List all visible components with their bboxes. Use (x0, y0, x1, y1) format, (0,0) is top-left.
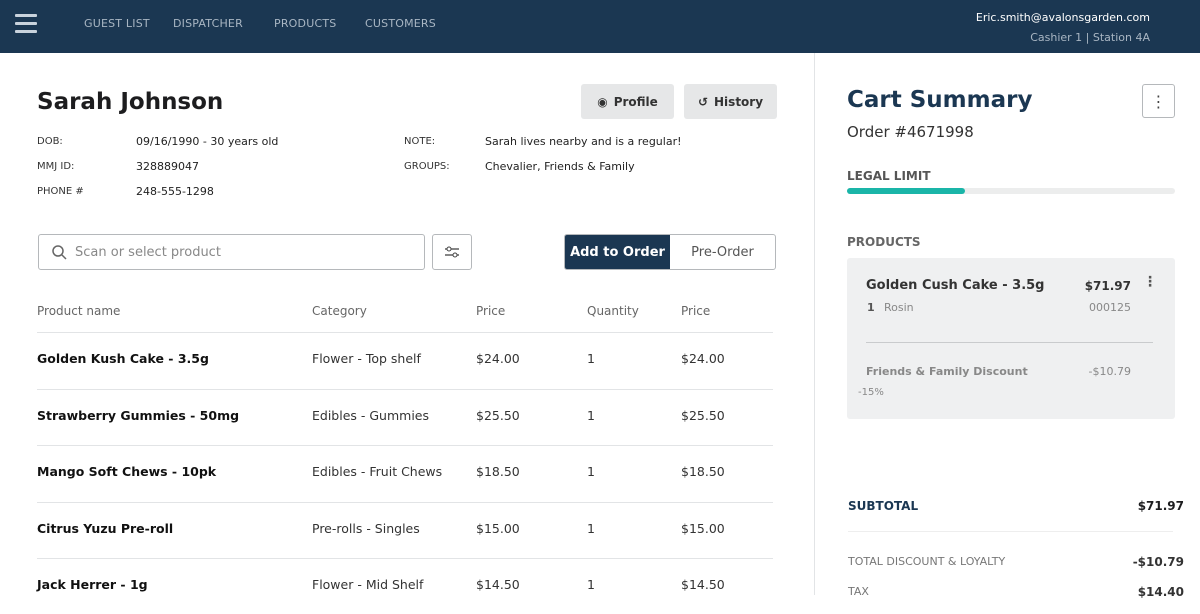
cell-price: $18.50 (476, 464, 520, 479)
cart-item-sku: 000125 (1089, 301, 1131, 314)
history-button[interactable]: ↺ History (684, 84, 777, 119)
cart-item-name: Golden Cush Cake - 3.5g (866, 278, 1045, 293)
table-row[interactable]: Golden Kush Cake - 3.5g Flower - Top shel… (37, 332, 773, 388)
cell-category: Flower - Top shelf (312, 351, 421, 366)
cell-product-name: Jack Herrer - 1g (37, 577, 148, 592)
cell-quantity: 1 (587, 520, 595, 536)
cart-item-card[interactable]: Golden Cush Cake - 3.5g $71.97 ⋮ 1 Rosin… (847, 258, 1175, 419)
cell-product-name: Strawberry Gummies - 50mg (37, 407, 240, 423)
cell-price: $14.50 (476, 577, 520, 592)
customer-name: Sarah Johnson (37, 89, 224, 115)
cell-product-name: Golden Kush Cake - 3.5g (37, 351, 209, 366)
table-row[interactable]: Citrus Yuzu Pre-roll Pre-rolls - Singles $… (37, 501, 773, 558)
customer-panel: Sarah Johnson ◉ Profile ↺ History DOB: 09/… (0, 53, 815, 595)
cell-quantity: 1 (587, 464, 595, 479)
cell-category: Edibles - Gummies (312, 407, 430, 423)
table-row[interactable]: Jack Herrer - 1g Flower - Mid Shelf $14.50… (37, 558, 773, 614)
discount-name: Friends & Family Discount (866, 365, 1028, 378)
nav-products[interactable]: PRODUCTS (274, 17, 336, 30)
order-type-toggle: Add to Order Pre-Order (564, 234, 776, 270)
subtotal-label: SUBTOTAL (848, 499, 919, 513)
product-search-input[interactable]: Scan or select product (38, 234, 425, 270)
cart-item-qty: 1 (867, 301, 875, 314)
profile-button[interactable]: ◉ Profile (581, 84, 674, 119)
note-label: NOTE: (404, 136, 436, 147)
nav-dispatcher[interactable]: DISPATCHER (173, 17, 243, 30)
dob-label: DOB: (37, 136, 63, 147)
total-discount-value: -$10.79 (1132, 555, 1184, 569)
groups-value: Chevalier, Friends & Family (485, 160, 635, 173)
nav-customers[interactable]: CUSTOMERS (365, 17, 436, 30)
cell-total-price: $14.50 (681, 577, 725, 592)
cart-item-type: Rosin (884, 301, 914, 314)
phone-value: 248-555-1298 (136, 185, 214, 198)
tax-value: $14.40 (1137, 585, 1184, 599)
phone-label: PHONE # (37, 186, 84, 197)
cell-quantity: 1 (587, 407, 595, 423)
cart-more-button[interactable]: ⋮ (1142, 84, 1175, 118)
user-email: Eric.smith@avalonsgarden.com (975, 11, 1150, 24)
mmj-label: MMJ ID: (37, 161, 75, 172)
tax-label: TAX (848, 585, 869, 598)
cell-category: Pre-rolls - Singles (312, 520, 420, 536)
cell-quantity: 1 (587, 351, 595, 366)
cell-total-price: $25.50 (681, 407, 725, 423)
table-row[interactable]: Mango Soft Chews - 10pk Edibles - Fruit C… (37, 445, 773, 501)
add-to-order-button[interactable]: Add to Order (565, 235, 670, 269)
cell-product-name: Mango Soft Chews - 10pk (37, 464, 217, 479)
subtotal-value: $71.97 (1137, 499, 1184, 513)
history-label: History (714, 94, 764, 109)
dob-value: 09/16/1990 - 30 years old (136, 135, 279, 148)
col-product-name[interactable]: Product name (37, 304, 120, 318)
discount-percent: -15% (858, 387, 884, 398)
top-nav: GUEST LIST DISPATCHER PRODUCTS CUSTOMERS… (0, 0, 1200, 53)
cell-product-name: Citrus Yuzu Pre-roll (37, 520, 174, 536)
note-value: Sarah lives nearby and is a regular! (485, 135, 682, 148)
search-icon (52, 245, 67, 260)
more-vertical-icon: ⋮ (1150, 91, 1167, 111)
col-category[interactable]: Category (312, 304, 367, 318)
cart-summary-panel: Cart Summary ⋮ Order #4671998 LEGAL LIMI… (816, 53, 1200, 599)
cell-total-price: $15.00 (681, 520, 725, 536)
item-more-icon[interactable]: ⋮ (1143, 274, 1157, 290)
legal-limit-fill (847, 188, 966, 194)
cell-quantity: 1 (587, 577, 595, 592)
cell-price: $15.00 (476, 520, 520, 536)
cell-total-price: $24.00 (681, 351, 725, 366)
user-station: Cashier 1 | Station 4A (1030, 31, 1150, 44)
cell-category: Edibles - Fruit Chews (312, 464, 443, 479)
legal-limit-bar (847, 188, 1175, 194)
cell-price: $24.00 (476, 351, 520, 366)
divider (866, 342, 1153, 343)
search-placeholder: Scan or select product (75, 244, 221, 260)
discount-amount: -$10.79 (1088, 365, 1131, 378)
nav-guest-list[interactable]: GUEST LIST (84, 17, 150, 30)
cart-title: Cart Summary (847, 87, 1033, 113)
legal-limit-label: LEGAL LIMIT (847, 169, 931, 183)
col-price[interactable]: Price (476, 304, 505, 318)
user-info[interactable]: Eric.smith@avalonsgarden.com Cashier 1 |… (976, 8, 1150, 48)
cell-category: Flower - Mid Shelf (312, 577, 424, 592)
profile-label: Profile (613, 94, 658, 109)
cart-item-price: $71.97 (1084, 279, 1131, 293)
col-total-price[interactable]: Price (681, 304, 710, 318)
filter-button[interactable] (432, 234, 472, 270)
history-icon: ↺ (697, 94, 709, 109)
user-circle-icon: ◉ (597, 94, 608, 109)
table-row[interactable]: Strawberry Gummies - 50mg Edibles - Gummi… (37, 388, 773, 445)
mmj-value: 328889047 (136, 160, 199, 173)
divider (848, 531, 1173, 532)
col-quantity[interactable]: Quantity (587, 304, 639, 318)
total-discount-label: TOTAL DISCOUNT & LOYALTY (848, 555, 1006, 568)
pre-order-button[interactable]: Pre-Order (670, 235, 775, 269)
cell-price: $25.50 (476, 407, 520, 423)
cell-total-price: $18.50 (681, 464, 725, 479)
menu-icon[interactable] (15, 14, 37, 34)
products-label: PRODUCTS (847, 235, 921, 249)
sliders-icon (445, 246, 459, 258)
groups-label: GROUPS: (404, 161, 450, 172)
order-number: Order #4671998 (847, 123, 974, 141)
